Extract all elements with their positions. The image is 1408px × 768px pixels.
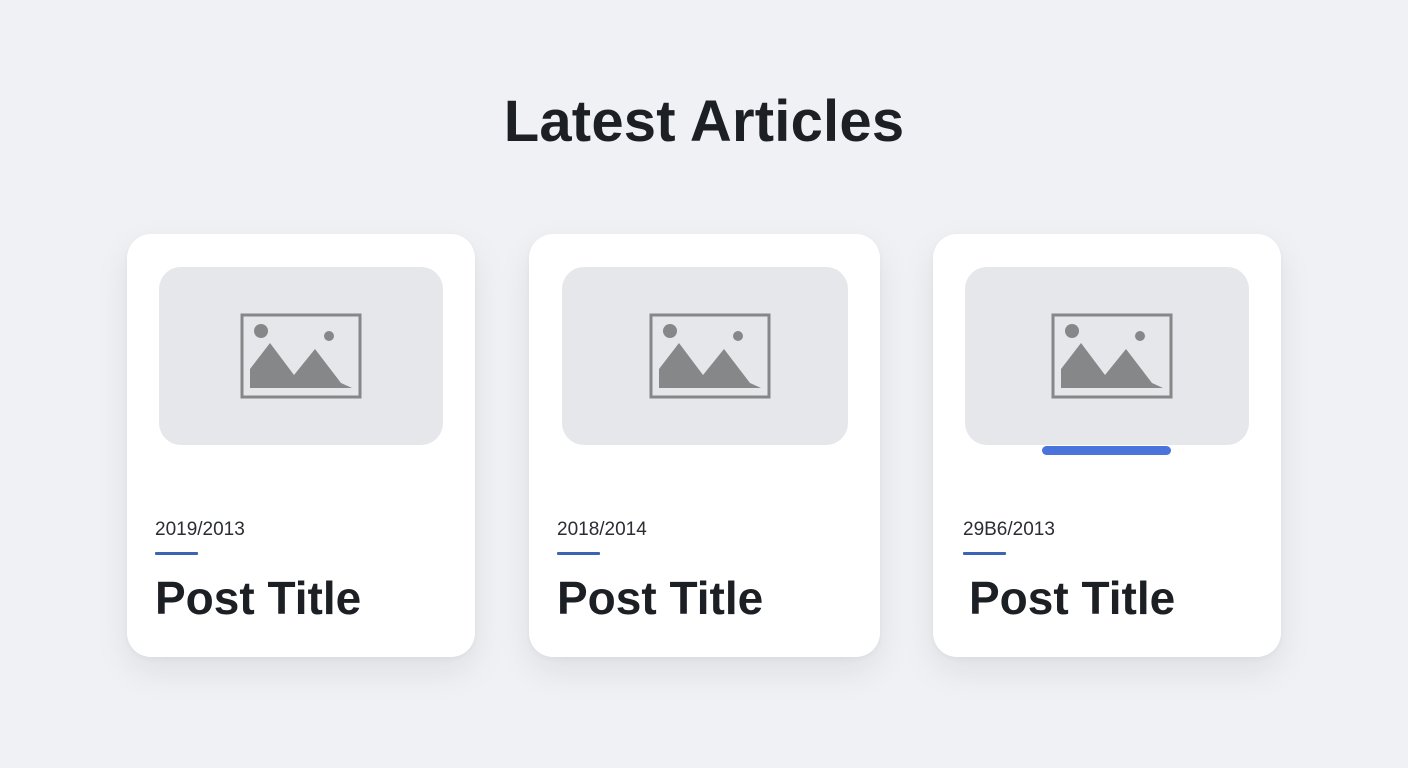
active-card-indicator xyxy=(1042,446,1171,455)
article-thumbnail[interactable] xyxy=(965,267,1249,445)
article-card[interactable]: 2018/2014 Post Title xyxy=(529,234,880,657)
article-date: 29B6/2013 xyxy=(963,519,1055,540)
article-thumbnail[interactable] xyxy=(562,267,848,445)
image-placeholder-icon xyxy=(649,313,771,399)
date-accent-divider xyxy=(557,552,600,555)
image-placeholder-icon xyxy=(1051,313,1173,399)
article-card[interactable]: 29B6/2013 Post Title xyxy=(933,234,1281,657)
article-card[interactable]: 2019/2013 Post Title xyxy=(127,234,475,657)
section-title: Latest Articles xyxy=(503,89,905,154)
article-date: 2019/2013 xyxy=(155,519,245,540)
article-title[interactable]: Post Title xyxy=(557,572,763,624)
article-date: 2018/2014 xyxy=(557,519,647,540)
date-accent-divider xyxy=(155,552,198,555)
article-title[interactable]: Post Title xyxy=(155,572,361,624)
article-title[interactable]: Post Title xyxy=(969,572,1175,624)
article-thumbnail[interactable] xyxy=(159,267,443,445)
articles-page: Latest Articles 2019/2013 Post Title 201… xyxy=(0,0,1408,768)
image-placeholder-icon xyxy=(240,313,362,399)
date-accent-divider xyxy=(963,552,1006,555)
